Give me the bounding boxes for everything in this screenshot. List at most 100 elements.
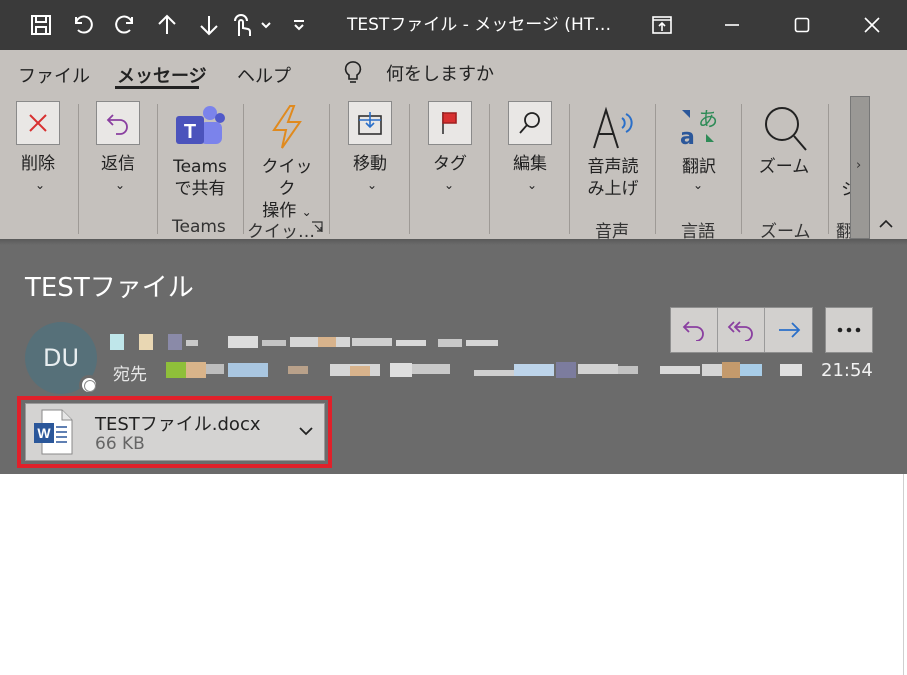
tell-me-search[interactable]: 何をしますか <box>386 60 494 86</box>
reply-button[interactable] <box>96 101 140 145</box>
redacted-block <box>228 336 258 348</box>
tags-button[interactable] <box>428 101 472 145</box>
move-label[interactable]: 移動 <box>345 153 395 175</box>
tags-label[interactable]: タグ <box>428 153 472 175</box>
chevron-down-icon[interactable]: ⌄ <box>367 178 377 192</box>
save-icon <box>31 15 51 35</box>
reply-icon <box>682 321 704 341</box>
touch-mode-button[interactable] <box>230 0 254 50</box>
window-title: TESTファイル - メッセージ (HT… <box>347 15 612 35</box>
collapse-ribbon-icon[interactable] <box>878 218 894 230</box>
message-body[interactable] <box>0 474 907 675</box>
redo-icon <box>115 15 133 34</box>
touch-mode-icon <box>234 14 251 36</box>
touch-mode-dropdown[interactable] <box>254 0 278 50</box>
save-button[interactable] <box>20 0 62 50</box>
reply-all-icon <box>727 321 753 341</box>
redacted-block <box>396 340 426 346</box>
redacted-block <box>350 366 370 376</box>
redacted-block <box>702 364 722 376</box>
delete-icon <box>29 114 47 132</box>
read-aloud-icon[interactable] <box>590 104 638 152</box>
edit-label[interactable]: 編集 <box>505 153 555 175</box>
zoom-label[interactable]: ズーム <box>755 156 813 178</box>
redacted-block <box>514 364 554 376</box>
redo-button[interactable] <box>104 0 146 50</box>
ribbon-separator <box>78 104 79 234</box>
word-document-icon: W <box>34 409 73 455</box>
ribbon-separator <box>741 104 742 234</box>
more-actions-button[interactable] <box>825 307 873 353</box>
redacted-block <box>110 334 124 350</box>
title-bar: TESTファイル - メッセージ (HT… <box>0 0 907 50</box>
read-aloud-line1: 音声読 <box>587 157 639 177</box>
quick-steps-button[interactable]: クイック 操作 ⌄ <box>254 156 320 223</box>
minimize-icon <box>725 24 739 26</box>
message-subject: TESTファイル <box>25 273 194 303</box>
delete-label[interactable]: 削除 <box>16 153 60 175</box>
to-label: 宛先 <box>113 365 147 385</box>
response-actions <box>670 307 813 353</box>
chevron-down-icon[interactable]: ⌄ <box>444 178 454 192</box>
chevron-down-icon[interactable]: ⌄ <box>693 178 703 192</box>
minimize-button[interactable] <box>697 0 767 50</box>
redacted-block <box>166 362 186 378</box>
group-label-teams: Teams <box>172 217 226 237</box>
undo-icon <box>75 15 93 34</box>
translate-label[interactable]: 翻訳 <box>672 156 726 178</box>
read-aloud-button[interactable]: 音声読 み上げ <box>582 156 644 200</box>
move-icon <box>358 112 382 135</box>
chevron-down-icon[interactable]: ⌄ <box>35 178 45 192</box>
redacted-block <box>139 334 153 350</box>
redacted-block <box>288 366 308 374</box>
close-button[interactable] <box>837 0 907 50</box>
translate-icon[interactable]: a あ <box>676 104 722 150</box>
previous-item-button[interactable] <box>146 0 188 50</box>
active-tab-indicator <box>115 86 199 89</box>
share-to-teams-button[interactable]: Teams で共有 <box>168 156 232 200</box>
redacted-block <box>206 364 224 374</box>
presence-status-icon <box>79 375 99 395</box>
undo-button[interactable] <box>62 0 104 50</box>
lightning-icon[interactable] <box>268 104 306 150</box>
redacted-block <box>618 366 638 374</box>
close-icon <box>864 17 880 33</box>
next-item-button[interactable] <box>188 0 230 50</box>
chevron-down-icon[interactable]: ⌄ <box>527 178 537 192</box>
redacted-block <box>556 362 576 378</box>
svg-text:a: a <box>680 125 695 150</box>
reply-all-action-button[interactable] <box>718 308 765 352</box>
delete-button[interactable] <box>16 101 60 145</box>
dialog-launcher-icon[interactable] <box>311 221 323 233</box>
reply-icon <box>106 114 128 135</box>
teams-icon[interactable]: T <box>174 104 226 150</box>
tab-file[interactable]: ファイル <box>18 62 90 88</box>
teams-label-line1: Teams <box>173 157 227 177</box>
ribbon-separator <box>329 104 330 234</box>
tab-message[interactable]: メッセージ <box>117 62 207 88</box>
ribbon-display-options-button[interactable] <box>627 0 697 50</box>
maximize-button[interactable] <box>767 0 837 50</box>
redacted-block <box>390 363 412 377</box>
forward-action-button[interactable] <box>765 308 812 352</box>
lightbulb-icon <box>344 61 362 83</box>
move-button[interactable] <box>348 101 392 145</box>
customize-qat-button[interactable] <box>278 0 320 50</box>
reply-label[interactable]: 返信 <box>96 153 140 175</box>
redacted-block <box>722 362 740 378</box>
tab-help[interactable]: ヘルプ <box>237 62 291 88</box>
redacted-block <box>740 364 762 376</box>
redacted-block <box>780 364 802 376</box>
redacted-block <box>186 340 198 346</box>
zoom-icon[interactable] <box>760 104 810 154</box>
quick-label-line1: クイック <box>261 157 313 199</box>
ribbon-separator <box>655 104 656 234</box>
redacted-block <box>412 364 450 374</box>
chevron-down-icon[interactable] <box>297 424 315 438</box>
outlook-message-window: TESTファイル - メッセージ (HT… ファイル メッセージ ヘルプ 何をし… <box>0 0 907 675</box>
chevron-down-icon[interactable]: ⌄ <box>115 178 125 192</box>
reply-action-button[interactable] <box>671 308 718 352</box>
ribbon-separator <box>569 104 570 234</box>
ribbon-separator <box>828 104 829 234</box>
edit-button[interactable] <box>508 101 552 145</box>
